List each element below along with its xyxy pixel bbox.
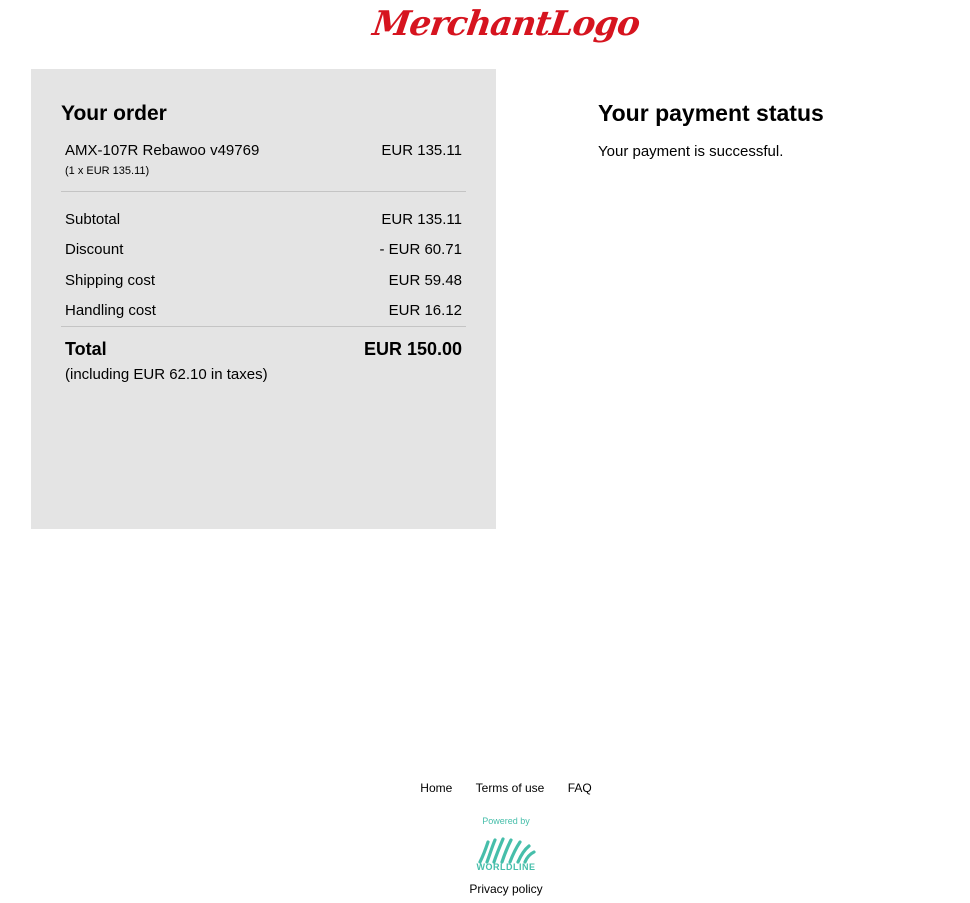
total-label: Total: [65, 339, 107, 359]
divider: [61, 191, 466, 192]
subtotal-label: Subtotal: [65, 210, 121, 228]
privacy-section: Privacy policy: [0, 882, 970, 896]
item-price: EUR 135.11: [381, 142, 462, 159]
merchant-logo: MerchantLogo: [0, 0, 970, 44]
handling-value: EUR 16.12: [388, 302, 462, 320]
tax-note: (including EUR 62.10 in taxes): [65, 366, 268, 383]
discount-value: - EUR 60.71: [379, 241, 462, 259]
discount-label: Discount: [65, 241, 124, 259]
divider: [61, 326, 466, 327]
total-row: Total EUR 150.00: [65, 339, 462, 360]
total-value: EUR 150.00: [363, 339, 462, 359]
order-title: Your order: [61, 102, 167, 125]
order-summary-panel: Your order AMX-107R Rebawoo v49769 EUR 1…: [31, 69, 496, 529]
item-quantity-detail: (1 x EUR 135.11): [65, 165, 150, 177]
worldline-brand-text: WORLDLINE: [476, 862, 536, 872]
shipping-label: Shipping cost: [65, 271, 156, 289]
footer-link-faq[interactable]: FAQ: [568, 781, 592, 795]
subtotal-row: Subtotal EUR 135.11: [65, 204, 462, 235]
order-line-item: AMX-107R Rebawoo v49769 EUR 135.11 (1 x …: [65, 142, 462, 177]
item-name: AMX-107R Rebawoo v49769: [65, 142, 260, 159]
shipping-row: Shipping cost EUR 59.48: [65, 265, 462, 296]
payment-result-page: MerchantLogo Your order AMX-107R Rebawoo…: [0, 0, 970, 903]
subtotal-value: EUR 135.11: [381, 210, 462, 228]
footer-link-terms[interactable]: Terms of use: [476, 781, 545, 795]
order-summary-rows: Subtotal EUR 135.11 Discount - EUR 60.71…: [65, 204, 462, 326]
shipping-value: EUR 59.48: [388, 271, 462, 289]
footer-link-home[interactable]: Home: [420, 781, 452, 795]
payment-status-message: Your payment is successful.: [598, 143, 784, 160]
powered-by-label: Powered by: [482, 816, 530, 826]
footer-links: Home Terms of use FAQ: [0, 781, 970, 795]
handling-row: Handling cost EUR 16.12: [65, 296, 462, 327]
payment-status-section: Your payment status Your payment is succ…: [598, 100, 824, 160]
privacy-policy-link[interactable]: Privacy policy: [469, 882, 542, 896]
discount-row: Discount - EUR 60.71: [65, 235, 462, 266]
merchant-logo-text: MerchantLogo: [370, 4, 642, 44]
total-section: Total EUR 150.00 (including EUR 62.10 in…: [65, 339, 462, 383]
payment-status-title: Your payment status: [598, 100, 824, 126]
handling-label: Handling cost: [65, 302, 156, 320]
